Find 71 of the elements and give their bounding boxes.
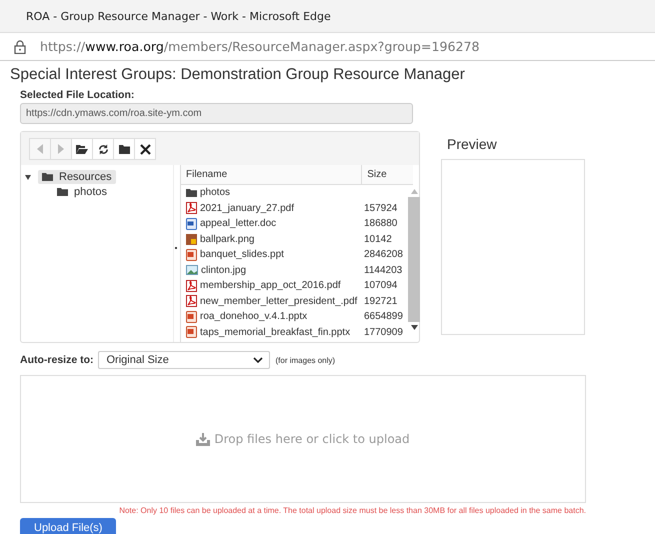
folder-icon (57, 188, 68, 196)
file-size: 1144203 (364, 264, 404, 276)
upload-button[interactable]: Upload File(s) (20, 518, 116, 534)
file-size: 10142 (364, 234, 393, 245)
file-name-text: banquet_slides.ppt (200, 249, 284, 260)
file-name[interactable]: photos (181, 187, 364, 198)
file-size: 6654899 (364, 311, 404, 322)
file-name[interactable]: new_member_letter_president_.pdf (181, 295, 364, 308)
scroll-down-icon[interactable] (410, 325, 418, 330)
file-name-text: ballpark.png (200, 234, 254, 245)
location-field: https://cdn.ymaws.com/roa.site-ym.com (20, 103, 413, 124)
file-name[interactable]: banquet_slides.ppt (181, 248, 364, 261)
size-dropdown[interactable]: Original Size (98, 351, 270, 369)
tree-item[interactable]: Resources (38, 170, 116, 184)
file-size: 2846208 (364, 249, 404, 260)
preview-title: Preview (447, 136, 498, 152)
refresh-icon (98, 144, 108, 154)
column-header[interactable]: Size (361, 165, 413, 184)
tree-item[interactable]: photos (53, 184, 112, 198)
file-name-text: membership_app_oct_2016.pdf (200, 280, 341, 292)
upload-icon (196, 432, 210, 446)
presentation-file-icon (186, 248, 197, 261)
pdf-file-icon (186, 202, 197, 214)
open-button[interactable] (71, 138, 93, 160)
file-name-text: new_member_letter_president_.pdf (200, 296, 358, 307)
presentation-file-icon (186, 310, 197, 323)
picture-file-icon (186, 265, 198, 276)
image-file-icon (186, 234, 197, 245)
file-name[interactable]: roa_donehoo_v.4.1.pptx (181, 310, 364, 323)
refresh-button[interactable] (92, 138, 114, 160)
window-title: ROA - Group Resource Manager - Work - Microsoft Edge (26, 10, 331, 22)
left-arrow-icon (36, 144, 44, 154)
hint-text: (for images only) (276, 356, 336, 364)
upload-note: Note: Only 10 files can be uploaded at a time. The total upload size must be less than 30MB for all files uploaded in the same batch. (118, 506, 586, 515)
right-arrow-icon (57, 144, 65, 154)
auto-resize-label: Auto-resize to: (20, 354, 94, 366)
field-label: Selected File Location: (20, 89, 136, 101)
file-name[interactable]: 2021_january_27.pdf (181, 202, 364, 214)
url-text[interactable]: https://www.roa.org/members/ResourceManager.aspx?group=196278 (40, 39, 480, 54)
file-size: 107094 (364, 280, 398, 292)
file-name-text: appeal_letter.doc (200, 218, 276, 230)
document-file-icon (186, 218, 197, 230)
file-name-text: clinton.jpg (201, 264, 246, 276)
column-header[interactable]: Filename (181, 165, 362, 184)
file-name-text: 2021_january_27.pdf (200, 202, 294, 214)
close-button[interactable] (134, 138, 156, 160)
folder-icon (118, 144, 130, 154)
folder-button[interactable] (113, 138, 135, 160)
file-size: 157924 (364, 202, 398, 214)
file-name[interactable]: membership_app_oct_2016.pdf (181, 280, 364, 292)
file-size: 192721 (364, 296, 398, 307)
expanded-arrow-icon[interactable] (25, 174, 31, 180)
pdf-file-icon (186, 280, 197, 292)
folder-icon (42, 172, 53, 180)
file-size: 1770909 (364, 326, 404, 338)
chevron-down-icon (252, 357, 262, 363)
open-folder-icon (76, 144, 88, 154)
file-name[interactable]: clinton.jpg (181, 264, 364, 276)
pdf-file-icon (186, 295, 197, 308)
file-name-text: roa_donehoo_v.4.1.pptx (200, 311, 308, 322)
presentation-file-icon (186, 326, 197, 338)
file-name-text: taps_memorial_breakfast_fin.pptx (200, 326, 350, 338)
file-name-text: photos (200, 187, 230, 198)
close-icon (140, 144, 150, 154)
page-title: Special Interest Groups: Demonstration Group Resource Manager (10, 66, 466, 84)
file-size: 186880 (364, 218, 398, 230)
folder-icon (186, 188, 197, 197)
file-name[interactable]: ballpark.png (181, 234, 364, 245)
file-name[interactable]: taps_memorial_breakfast_fin.pptx (181, 326, 364, 338)
file-name[interactable]: appeal_letter.doc (181, 218, 364, 230)
lock-icon (14, 40, 26, 54)
